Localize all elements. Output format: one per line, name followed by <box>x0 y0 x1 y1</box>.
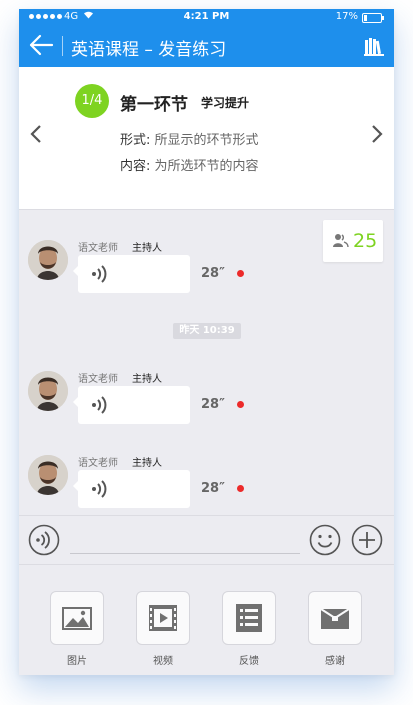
tool-feedback-box <box>222 591 276 645</box>
tool-image-box <box>50 591 104 645</box>
stage-form-line: 形式: 所显示的环节形式 <box>120 129 259 148</box>
sender-role: 主持人 <box>132 374 162 385</box>
stage-content-label: 内容: <box>120 159 151 174</box>
participant-count-button[interactable]: 25 <box>323 220 383 262</box>
unread-dot <box>237 485 244 492</box>
message-input[interactable] <box>70 553 300 554</box>
tool-video-box <box>136 591 190 645</box>
tool-video[interactable]: 视频 <box>136 591 190 667</box>
chevron-left-icon[interactable] <box>26 124 46 148</box>
voice-duration: 28″ <box>201 397 225 412</box>
stage-content-line: 内容: 为所选环节的内容 <box>120 155 259 174</box>
stage-form-label: 形式: <box>120 133 151 148</box>
sender-name: 语文老师 <box>78 458 118 469</box>
voice-wave-icon <box>92 396 107 414</box>
stage-title: 第一环节 <box>120 95 188 115</box>
tool-feedback[interactable]: 反馈 <box>222 591 276 667</box>
sender-role: 主持人 <box>132 458 162 469</box>
back-arrow-icon[interactable] <box>28 32 54 58</box>
stage-subtitle: 学习提升 <box>201 96 250 110</box>
message-timestamp: 昨天 10:39 <box>173 323 241 339</box>
nav-divider <box>62 36 63 56</box>
voice-bubble[interactable] <box>73 470 190 508</box>
tool-thanks[interactable]: 感谢 <box>308 591 362 667</box>
unread-dot <box>237 401 244 408</box>
stage-content-value: 为所选环节的内容 <box>154 159 259 174</box>
voice-duration: 28″ <box>201 481 225 496</box>
image-icon <box>62 607 92 630</box>
unread-dot <box>237 270 244 277</box>
voice-message: 语文老师 主持人 28″ <box>28 240 278 300</box>
tool-feedback-label: 反馈 <box>239 656 259 667</box>
voice-bubble[interactable] <box>73 255 190 293</box>
feedback-icon <box>236 604 262 632</box>
stage-card: 1/4 第一环节 学习提升 形式: 所显示的环节形式 内容: 为所选环节的内容 <box>19 67 394 210</box>
nav-bar: 英语课程 – 发音练习 <box>19 26 394 67</box>
voice-duration: 28″ <box>201 266 225 281</box>
status-bar: 4G 4:21 PM 17% <box>19 9 394 26</box>
tool-image[interactable]: 图片 <box>50 591 104 667</box>
tool-thanks-box <box>308 591 362 645</box>
input-bar <box>19 515 394 565</box>
participant-count: 25 <box>353 230 378 252</box>
page-title: 英语课程 – 发音练习 <box>71 40 227 60</box>
voice-wave-icon <box>92 265 107 283</box>
sender-role: 主持人 <box>132 243 162 254</box>
plus-icon[interactable] <box>351 524 383 556</box>
emoji-icon[interactable] <box>309 524 341 556</box>
tool-thanks-label: 感谢 <box>325 656 345 667</box>
tool-image-label: 图片 <box>67 656 87 667</box>
tool-video-label: 视频 <box>153 656 173 667</box>
voice-message: 语文老师 主持人 28″ <box>28 371 278 431</box>
battery-percent: 17% <box>335 11 358 22</box>
sender-name: 语文老师 <box>78 243 118 254</box>
avatar[interactable] <box>28 371 68 411</box>
gift-icon <box>320 608 350 629</box>
sender-name: 语文老师 <box>78 374 118 385</box>
voice-icon[interactable] <box>28 524 60 556</box>
chevron-right-icon[interactable] <box>367 124 387 148</box>
battery-icon <box>362 13 384 23</box>
tools-panel: 图片 视频 反馈 感谢 <box>19 564 394 675</box>
avatar[interactable] <box>28 455 68 495</box>
stage-form-value: 所显示的环节形式 <box>154 133 259 148</box>
avatar[interactable] <box>28 240 68 280</box>
users-icon <box>333 234 349 248</box>
top-bar: 4G 4:21 PM 17% 英语课程 – 发音练习 <box>19 9 394 67</box>
stage-progress-badge: 1/4 <box>75 84 109 118</box>
books-icon[interactable] <box>364 36 384 56</box>
voice-bubble[interactable] <box>73 386 190 424</box>
voice-message: 语文老师 主持人 28″ <box>28 455 278 515</box>
video-icon <box>149 605 177 631</box>
voice-wave-icon <box>92 480 107 498</box>
app-screen: 4G 4:21 PM 17% 英语课程 – 发音练习 1/4 第一环节 学习提升… <box>19 9 394 675</box>
